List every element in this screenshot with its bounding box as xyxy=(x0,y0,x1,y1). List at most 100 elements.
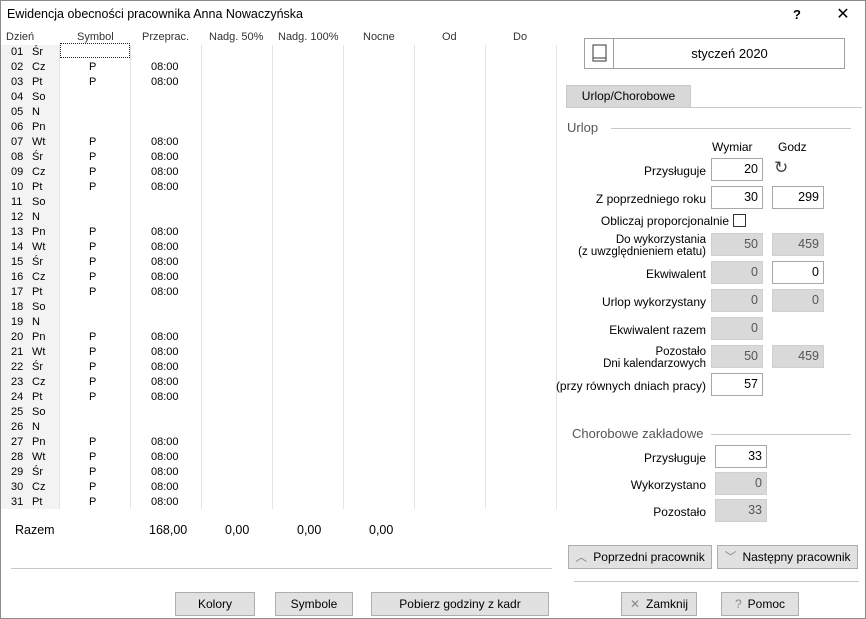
table-row[interactable]: 25 So xyxy=(1,405,557,420)
day-of-week: Wt xyxy=(32,451,46,463)
symbol-cell[interactable]: P xyxy=(89,76,96,89)
worked-hours-cell[interactable]: 08:00 xyxy=(151,481,179,494)
header-night: Nocne xyxy=(363,31,395,43)
worked-hours-cell[interactable]: 08:00 xyxy=(151,256,179,269)
symbol-cell[interactable]: P xyxy=(89,466,96,479)
worked-hours-cell[interactable]: 08:00 xyxy=(151,496,179,509)
symbol-cell[interactable]: P xyxy=(89,256,96,269)
chorobowe-przysluguje-input[interactable]: 33 xyxy=(715,445,767,468)
table-row[interactable]: 26 N xyxy=(1,420,557,435)
table-row[interactable]: 13 Pn P 08:00 xyxy=(1,225,557,240)
calendar-book-icon[interactable] xyxy=(585,39,614,68)
worked-hours-cell[interactable]: 08:00 xyxy=(151,136,179,149)
previous-employee-button[interactable]: ︿ Poprzedni pracownik xyxy=(568,545,712,569)
worked-hours-cell[interactable]: 08:00 xyxy=(151,466,179,479)
table-row[interactable]: 17 Pt P 08:00 xyxy=(1,285,557,300)
table-row[interactable]: 18 So xyxy=(1,300,557,315)
symbol-cell[interactable]: P xyxy=(89,181,96,194)
symbol-cell[interactable]: P xyxy=(89,331,96,344)
symbol-cell[interactable]: P xyxy=(89,271,96,284)
table-row[interactable]: 31 Pt P 08:00 xyxy=(1,495,557,510)
next-employee-button[interactable]: ﹀ Następny pracownik xyxy=(717,545,858,569)
day-of-week: N xyxy=(32,211,40,223)
table-row[interactable]: 12 N xyxy=(1,210,557,225)
symbol-cell[interactable]: P xyxy=(89,346,96,359)
table-row[interactable]: 08 Śr P 08:00 xyxy=(1,150,557,165)
month-selector[interactable]: styczeń 2020 xyxy=(584,38,845,69)
z-poprzedniego-days-input[interactable]: 30 xyxy=(711,186,763,209)
worked-hours-cell[interactable]: 08:00 xyxy=(151,76,179,89)
table-row[interactable]: 27 Pn P 08:00 xyxy=(1,435,557,450)
table-row[interactable]: 16 Cz P 08:00 xyxy=(1,270,557,285)
selected-cell[interactable] xyxy=(60,43,130,58)
table-row[interactable]: 09 Cz P 08:00 xyxy=(1,165,557,180)
symbol-cell[interactable]: P xyxy=(89,166,96,179)
fetch-hours-button[interactable]: Pobierz godziny z kadr xyxy=(371,592,549,616)
table-row[interactable]: 10 Pt P 08:00 xyxy=(1,180,557,195)
symbol-cell[interactable]: P xyxy=(89,61,96,74)
worked-hours-cell[interactable]: 08:00 xyxy=(151,436,179,449)
table-row[interactable]: 03 Pt P 08:00 xyxy=(1,75,557,90)
worked-hours-cell[interactable]: 08:00 xyxy=(151,226,179,239)
table-row[interactable]: 22 Śr P 08:00 xyxy=(1,360,557,375)
table-row[interactable]: 30 Cz P 08:00 xyxy=(1,480,557,495)
symbol-cell[interactable]: P xyxy=(89,361,96,374)
worked-hours-cell[interactable]: 08:00 xyxy=(151,271,179,284)
worked-hours-cell[interactable]: 08:00 xyxy=(151,361,179,374)
table-row[interactable]: 20 Pn P 08:00 xyxy=(1,330,557,345)
symbol-cell[interactable]: P xyxy=(89,436,96,449)
table-row[interactable]: 05 N xyxy=(1,105,557,120)
day-of-week: So xyxy=(32,91,46,103)
table-row[interactable]: 15 Śr P 08:00 xyxy=(1,255,557,270)
day-number: 21 xyxy=(11,346,24,358)
group-line xyxy=(611,128,851,129)
proporcjonalnie-checkbox[interactable] xyxy=(733,214,746,227)
table-row[interactable]: 29 Śr P 08:00 xyxy=(1,465,557,480)
worked-hours-cell[interactable]: 08:00 xyxy=(151,166,179,179)
table-row[interactable]: 04 So xyxy=(1,90,557,105)
worked-hours-cell[interactable]: 08:00 xyxy=(151,61,179,74)
worked-hours-cell[interactable]: 08:00 xyxy=(151,391,179,404)
table-row[interactable]: 07 Wt P 08:00 xyxy=(1,135,557,150)
worked-hours-cell[interactable]: 08:00 xyxy=(151,286,179,299)
symbol-cell[interactable]: P xyxy=(89,226,96,239)
table-row[interactable]: 23 Cz P 08:00 xyxy=(1,375,557,390)
colors-button[interactable]: Kolory xyxy=(175,592,255,616)
ekwiwalent-hours-input[interactable]: 0 xyxy=(772,261,824,284)
tab-urlop-chorobowe[interactable]: Urlop/Chorobowe xyxy=(566,85,691,107)
close-icon[interactable]: ✕ xyxy=(823,3,863,27)
help-icon[interactable]: ? xyxy=(777,3,817,27)
table-row[interactable]: 06 Pn xyxy=(1,120,557,135)
worked-hours-cell[interactable]: 08:00 xyxy=(151,451,179,464)
symbol-cell[interactable]: P xyxy=(89,136,96,149)
table-row[interactable]: 14 Wt P 08:00 xyxy=(1,240,557,255)
symbol-cell[interactable]: P xyxy=(89,241,96,254)
worked-hours-cell[interactable]: 08:00 xyxy=(151,241,179,254)
table-row[interactable]: 24 Pt P 08:00 xyxy=(1,390,557,405)
symbol-cell[interactable]: P xyxy=(89,376,96,389)
table-row[interactable]: 21 Wt P 08:00 xyxy=(1,345,557,360)
symbol-cell[interactable]: P xyxy=(89,391,96,404)
table-row[interactable]: 19 N xyxy=(1,315,557,330)
symbol-cell[interactable]: P xyxy=(89,481,96,494)
day-number: 07 xyxy=(11,136,24,148)
table-row[interactable]: 02 Cz P 08:00 xyxy=(1,60,557,75)
symbol-cell[interactable]: P xyxy=(89,151,96,164)
worked-hours-cell[interactable]: 08:00 xyxy=(151,151,179,164)
worked-hours-cell[interactable]: 08:00 xyxy=(151,346,179,359)
table-row[interactable]: 28 Wt P 08:00 xyxy=(1,450,557,465)
help-button[interactable]: ? Pomoc xyxy=(721,592,799,616)
symbol-cell[interactable]: P xyxy=(89,451,96,464)
przysluguje-input[interactable]: 20 xyxy=(711,158,763,181)
worked-hours-cell[interactable]: 08:00 xyxy=(151,376,179,389)
symbol-cell[interactable]: P xyxy=(89,286,96,299)
symbols-button[interactable]: Symbole xyxy=(275,592,353,616)
table-row[interactable]: 11 So xyxy=(1,195,557,210)
urlop-wykorzystany-hours: 0 xyxy=(772,289,824,312)
close-button[interactable]: ✕ Zamknij xyxy=(621,592,697,616)
worked-hours-cell[interactable]: 08:00 xyxy=(151,331,179,344)
reset-icon[interactable]: ↻ xyxy=(774,158,788,178)
symbol-cell[interactable]: P xyxy=(89,496,96,509)
z-poprzedniego-hours-input[interactable]: 299 xyxy=(772,186,824,209)
worked-hours-cell[interactable]: 08:00 xyxy=(151,181,179,194)
